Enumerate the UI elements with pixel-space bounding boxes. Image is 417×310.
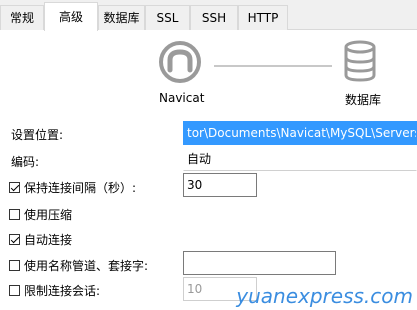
autoconnect-checkbox[interactable]: [9, 234, 20, 245]
keepalive-label: 保持连接间隔（秒）:: [24, 181, 137, 195]
limit-session-label: 限制连接会话:: [24, 284, 101, 298]
tab-general[interactable]: 常规: [0, 5, 44, 30]
database-label: 数据库: [345, 93, 382, 107]
watermark-text: yuanexpress.com: [236, 284, 413, 308]
tab-ssh[interactable]: SSH: [190, 5, 238, 30]
autoconnect-label: 自动连接: [24, 233, 73, 247]
encoding-select[interactable]: 自动: [183, 147, 417, 171]
tab-http[interactable]: HTTP: [238, 5, 288, 30]
settings-location-label: 设置位置:: [11, 128, 64, 142]
namedpipe-input[interactable]: [183, 251, 336, 275]
compression-checkbox[interactable]: [9, 209, 20, 220]
tab-advanced[interactable]: 高级: [44, 2, 98, 31]
connection-line: [214, 65, 332, 67]
namedpipe-label: 使用名称管道、套接字:: [24, 259, 149, 273]
tab-database[interactable]: 数据库: [98, 5, 145, 30]
encoding-label: 编码:: [11, 155, 40, 169]
keepalive-input[interactable]: 30: [183, 173, 257, 197]
compression-label: 使用压缩: [24, 208, 73, 222]
tab-ssl[interactable]: SSL: [145, 5, 190, 30]
keepalive-checkbox[interactable]: [9, 182, 20, 193]
navicat-label: Navicat: [159, 91, 205, 105]
settings-location-field[interactable]: tor\Documents\Navicat\MySQL\Servers\: [183, 121, 417, 145]
navicat-icon: [158, 40, 202, 87]
namedpipe-checkbox[interactable]: [9, 260, 20, 271]
compression-row: 使用压缩: [9, 206, 72, 223]
namedpipe-row: 使用名称管道、套接字:: [9, 257, 148, 274]
database-icon: [343, 40, 377, 85]
keepalive-row: 保持连接间隔（秒）:: [9, 179, 136, 196]
tab-bar: 常规 高级 数据库 SSL SSH HTTP: [0, 0, 417, 31]
autoconnect-row: 自动连接: [9, 231, 72, 248]
limit-session-checkbox[interactable]: [9, 285, 20, 296]
limit-session-row: 限制连接会话:: [9, 282, 100, 299]
